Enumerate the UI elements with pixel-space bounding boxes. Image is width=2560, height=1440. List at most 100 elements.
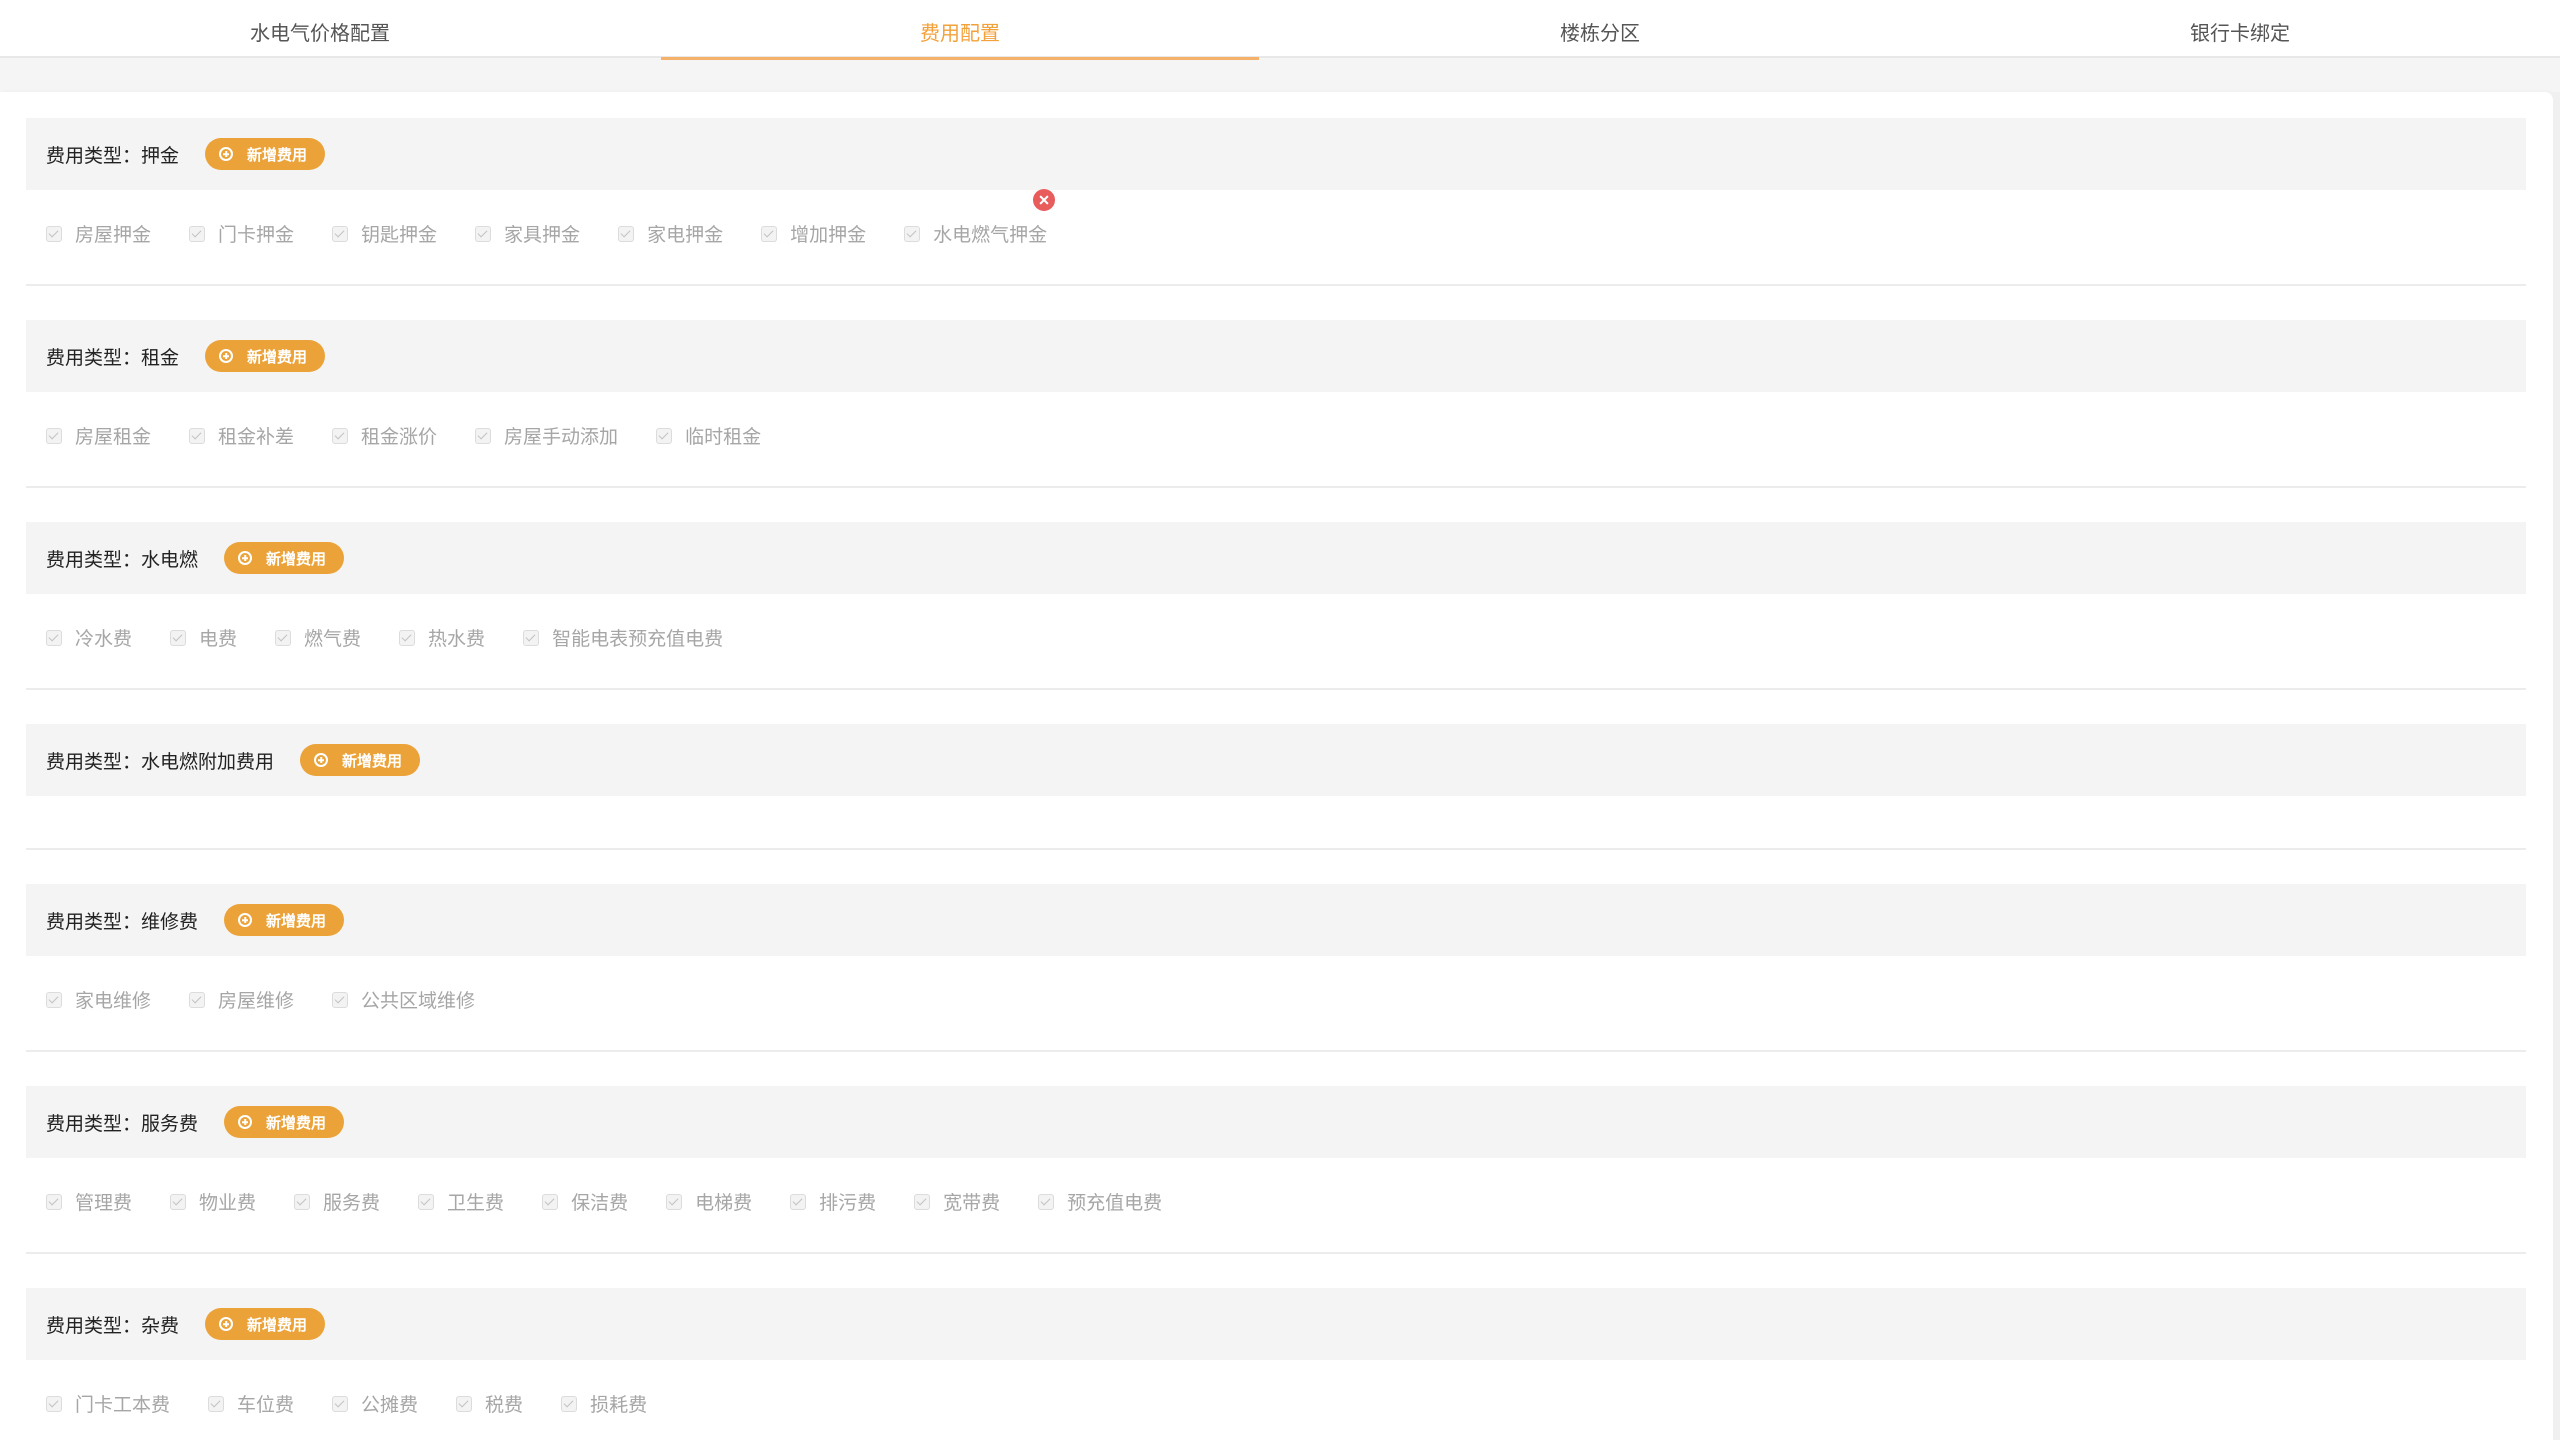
- add-fee-button-label: 新增费用: [266, 549, 327, 568]
- fee-item[interactable]: 卫生费: [418, 1188, 504, 1215]
- fee-item[interactable]: 冷水费: [46, 624, 132, 651]
- add-fee-button-label: 新增费用: [247, 1315, 308, 1334]
- fee-item[interactable]: 增加押金: [761, 220, 866, 247]
- fee-item[interactable]: 智能电表预充值电费: [523, 624, 723, 651]
- fee-group-utility-surcharge: 费用类型：水电燃附加费用 新增费用: [26, 724, 2526, 850]
- fee-item[interactable]: 燃气费: [275, 624, 361, 651]
- fee-group-title: 费用类型：杂费: [46, 1314, 180, 1337]
- checkbox[interactable]: [561, 1395, 578, 1412]
- fee-item[interactable]: 保洁费: [542, 1188, 628, 1215]
- tab-building-zones[interactable]: 楼栋分区: [1280, 0, 1920, 58]
- checkbox[interactable]: [618, 225, 635, 242]
- checkbox[interactable]: [475, 427, 492, 444]
- checkbox[interactable]: [189, 225, 206, 242]
- checkbox[interactable]: [275, 629, 292, 646]
- fee-item-label: 车位费: [237, 1394, 295, 1416]
- fee-group-header: 费用类型：押金 新增费用: [26, 118, 2526, 190]
- checkbox[interactable]: [46, 991, 62, 1008]
- checkbox[interactable]: [170, 629, 187, 646]
- checkbox[interactable]: [399, 629, 416, 646]
- fee-item[interactable]: 预充值电费: [1038, 1188, 1162, 1215]
- fee-item[interactable]: 物业费: [170, 1188, 256, 1215]
- delete-close-icon[interactable]: [1033, 189, 1056, 211]
- fee-item-label: 损耗费: [590, 1394, 648, 1416]
- checkbox[interactable]: [666, 1193, 683, 1210]
- fee-item-label: 房屋手动添加: [504, 426, 619, 448]
- checkbox[interactable]: [189, 427, 206, 444]
- fee-item[interactable]: 家具押金: [475, 220, 580, 247]
- checkbox[interactable]: [46, 1193, 62, 1210]
- checkbox[interactable]: [456, 1395, 473, 1412]
- tab-bar: 水电气价格配置 费用配置 楼栋分区 银行卡绑定: [0, 0, 2560, 58]
- fee-item[interactable]: 临时租金: [656, 422, 761, 449]
- fee-item[interactable]: 房屋租金: [46, 422, 151, 449]
- fee-item[interactable]: 房屋押金: [46, 220, 151, 247]
- checkbox[interactable]: [656, 427, 673, 444]
- add-fee-button[interactable]: 新增费用: [205, 340, 326, 372]
- fee-item[interactable]: 宽带费: [914, 1188, 1000, 1215]
- fee-item[interactable]: 家电押金: [618, 220, 723, 247]
- fee-group-utilities: 费用类型：水电燃 新增费用 冷水费 电费 燃气费 热水费 智能电表预充值电费: [26, 522, 2526, 690]
- fee-item[interactable]: 损耗费: [561, 1390, 647, 1417]
- checkbox[interactable]: [1038, 1193, 1055, 1210]
- fee-item[interactable]: 门卡工本费: [46, 1390, 170, 1417]
- add-fee-button[interactable]: 新增费用: [205, 1308, 326, 1340]
- checkbox[interactable]: [761, 225, 778, 242]
- fee-item[interactable]: 水电燃气押金: [904, 189, 1056, 247]
- checkbox[interactable]: [46, 629, 62, 646]
- checkbox[interactable]: [332, 1395, 349, 1412]
- fee-item-label: 管理费: [75, 1192, 133, 1214]
- add-fee-button[interactable]: 新增费用: [224, 1106, 345, 1138]
- add-fee-button[interactable]: 新增费用: [300, 744, 421, 776]
- fee-item[interactable]: 电费: [170, 624, 237, 651]
- checkbox[interactable]: [904, 225, 921, 242]
- checkbox[interactable]: [46, 225, 62, 242]
- fee-item[interactable]: 租金补差: [189, 422, 294, 449]
- fee-group-rent: 费用类型：租金 新增费用 房屋租金 租金补差 租金涨价 房屋手动添加 临时租金: [26, 320, 2526, 488]
- plus-circle-icon: [219, 147, 234, 161]
- fee-group-body: 家电维修 房屋维修 公共区域维修: [26, 956, 2526, 1052]
- checkbox[interactable]: [294, 1193, 311, 1210]
- add-fee-button[interactable]: 新增费用: [224, 904, 345, 936]
- fee-item[interactable]: 房屋手动添加: [475, 422, 618, 449]
- checkbox[interactable]: [542, 1193, 559, 1210]
- fee-item-label: 物业费: [199, 1192, 257, 1214]
- fee-group-body: 房屋押金 门卡押金 钥匙押金 家具押金 家电押金 增加押金 水电燃气押金: [26, 189, 2526, 286]
- checkbox[interactable]: [418, 1193, 435, 1210]
- tab-utility-price-config[interactable]: 水电气价格配置: [0, 0, 640, 58]
- fee-item[interactable]: 公共区域维修: [332, 986, 475, 1013]
- add-fee-button-label: 新增费用: [266, 1113, 327, 1132]
- fee-item[interactable]: 公摊费: [332, 1390, 418, 1417]
- fee-item[interactable]: 税费: [456, 1390, 523, 1417]
- checkbox[interactable]: [523, 629, 540, 646]
- fee-item-label: 公共区域维修: [361, 990, 476, 1012]
- fee-item[interactable]: 租金涨价: [332, 422, 437, 449]
- checkbox[interactable]: [46, 427, 62, 444]
- fee-item[interactable]: 家电维修: [46, 986, 151, 1013]
- checkbox[interactable]: [332, 427, 349, 444]
- checkbox[interactable]: [332, 225, 349, 242]
- fee-item[interactable]: 车位费: [208, 1390, 294, 1417]
- checkbox[interactable]: [170, 1193, 187, 1210]
- fee-item[interactable]: 电梯费: [666, 1188, 752, 1215]
- checkbox[interactable]: [914, 1193, 931, 1210]
- checkbox[interactable]: [332, 991, 349, 1008]
- tab-fee-config[interactable]: 费用配置: [640, 0, 1280, 58]
- fee-item[interactable]: 房屋维修: [189, 986, 294, 1013]
- tab-bank-card-binding[interactable]: 银行卡绑定: [1920, 0, 2560, 58]
- checkbox[interactable]: [46, 1395, 62, 1412]
- checkbox[interactable]: [790, 1193, 807, 1210]
- fee-item[interactable]: 服务费: [294, 1188, 380, 1215]
- checkbox[interactable]: [208, 1395, 225, 1412]
- plus-circle-icon: [314, 753, 329, 767]
- add-fee-button[interactable]: 新增费用: [205, 138, 326, 170]
- add-fee-button[interactable]: 新增费用: [224, 542, 345, 574]
- checkbox[interactable]: [189, 991, 206, 1008]
- fee-item[interactable]: 门卡押金: [189, 220, 294, 247]
- fee-item[interactable]: 热水费: [399, 624, 485, 651]
- fee-item[interactable]: 排污费: [790, 1188, 876, 1215]
- fee-item[interactable]: 钥匙押金: [332, 220, 437, 247]
- scrollbar-track[interactable]: [2553, 92, 2560, 1440]
- fee-item[interactable]: 管理费: [46, 1188, 132, 1215]
- checkbox[interactable]: [475, 225, 492, 242]
